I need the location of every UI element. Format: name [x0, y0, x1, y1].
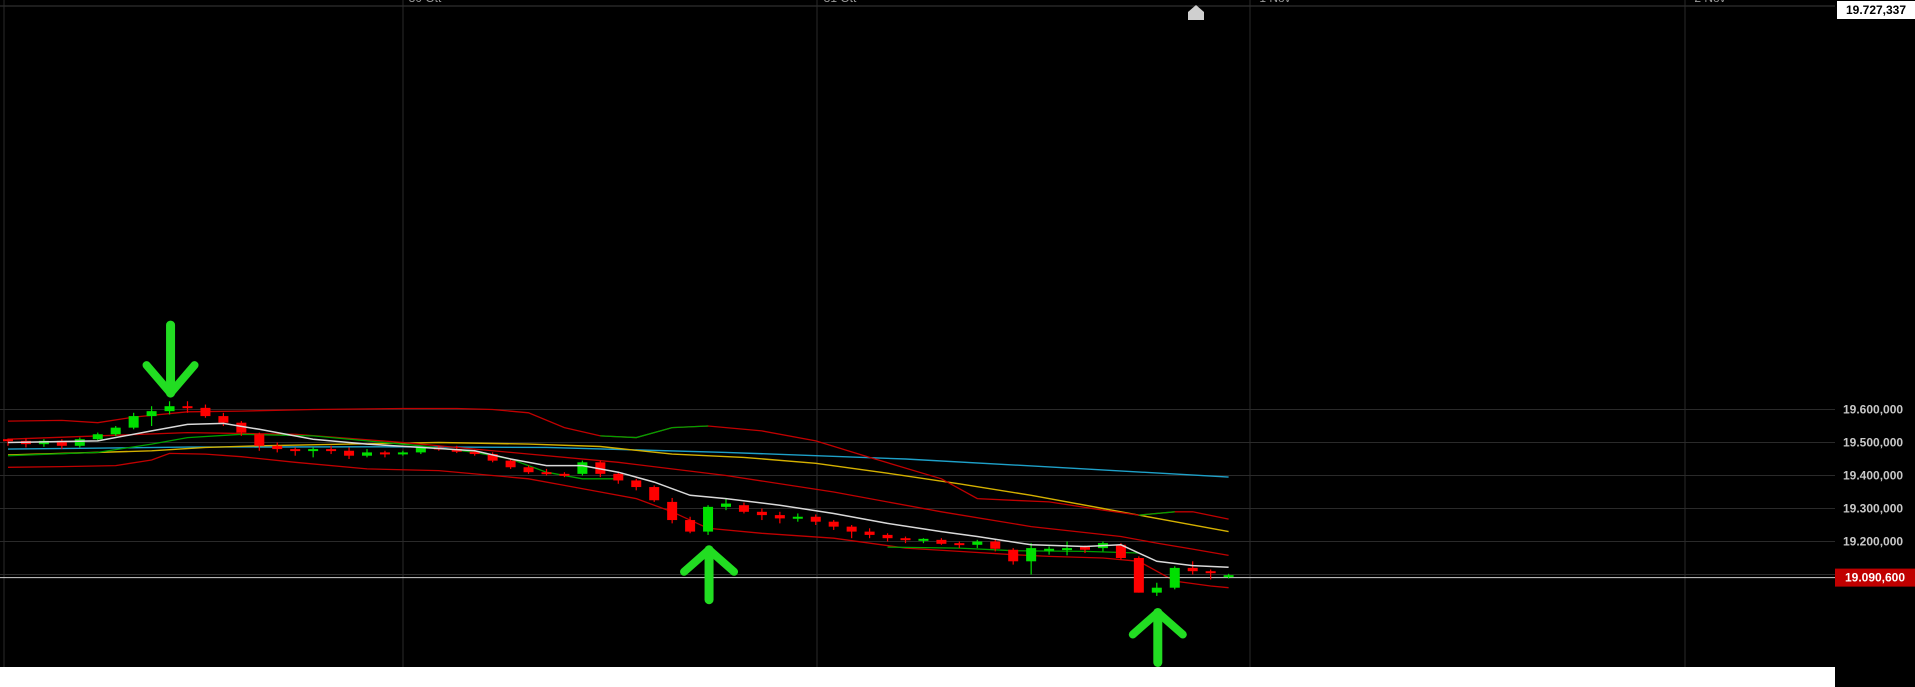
- candle-bull[interactable]: [308, 449, 319, 452]
- y-axis-tick-label: 19.300,000: [1843, 502, 1903, 516]
- candle-bear[interactable]: [326, 449, 337, 452]
- candle-bear[interactable]: [272, 445, 283, 450]
- candle-bear[interactable]: [846, 526, 857, 532]
- candle-bear[interactable]: [200, 407, 211, 417]
- y-axis-tick-label: 19.500,000: [1843, 436, 1903, 450]
- candle-bear[interactable]: [1205, 571, 1216, 574]
- candle-bear[interactable]: [828, 521, 839, 527]
- candle-bull[interactable]: [74, 439, 85, 446]
- chart-canvas[interactable]: 30 Ott31 Ott1 Nov2 Nov19.100,00019.200,0…: [0, 0, 1915, 687]
- candle-bull[interactable]: [146, 411, 157, 417]
- candle-bear[interactable]: [810, 516, 821, 522]
- candle-bull[interactable]: [110, 427, 121, 435]
- candle-bear[interactable]: [900, 538, 911, 541]
- candle-bear[interactable]: [864, 531, 875, 535]
- candle-bear[interactable]: [559, 473, 570, 476]
- candle-bear[interactable]: [774, 515, 785, 519]
- candle-bear[interactable]: [990, 541, 1001, 549]
- candle-bear[interactable]: [631, 480, 642, 488]
- candle-bear[interactable]: [936, 539, 947, 544]
- candle-bull[interactable]: [92, 434, 103, 440]
- candle-bear[interactable]: [344, 450, 355, 456]
- candle-bear[interactable]: [685, 520, 696, 532]
- candle-bull[interactable]: [703, 506, 714, 532]
- x-axis-date-label: 30 Ott: [409, 0, 442, 5]
- candle-bear[interactable]: [882, 534, 893, 539]
- candle-bear[interactable]: [182, 406, 193, 409]
- candle-bear[interactable]: [505, 460, 516, 468]
- candle-bear[interactable]: [756, 511, 767, 516]
- candle-bear[interactable]: [1187, 567, 1198, 572]
- candle-bear[interactable]: [954, 543, 965, 546]
- y-axis-tick-label: 19.200,000: [1843, 535, 1903, 549]
- candle-bull[interactable]: [1044, 548, 1055, 551]
- y-axis-tick-label: 19.600,000: [1843, 403, 1903, 417]
- candle-bull[interactable]: [397, 452, 408, 455]
- candle-bear[interactable]: [290, 449, 301, 452]
- candle-bear[interactable]: [218, 416, 229, 423]
- candle-bull[interactable]: [1223, 575, 1234, 578]
- candle-bull[interactable]: [1062, 548, 1073, 551]
- candle-bear[interactable]: [613, 473, 624, 481]
- x-axis-date-label: 2 Nov: [1694, 0, 1725, 5]
- current-price-label: 19.090,600: [1845, 571, 1905, 585]
- x-axis-date-label: 31 Ott: [824, 0, 857, 5]
- x-axis-date-label: 1 Nov: [1259, 0, 1290, 5]
- candle-bull[interactable]: [1169, 567, 1180, 588]
- candle-bear[interactable]: [738, 505, 749, 512]
- candle-bear[interactable]: [3, 439, 13, 442]
- price-chart[interactable]: 30 Ott31 Ott1 Nov2 Nov19.100,00019.200,0…: [0, 0, 1915, 687]
- candle-bear[interactable]: [667, 501, 678, 521]
- plot-area[interactable]: [0, 0, 1835, 667]
- candle-bull[interactable]: [792, 516, 803, 519]
- candle-bear[interactable]: [541, 472, 552, 475]
- candle-bear[interactable]: [523, 467, 534, 473]
- y-axis-tick-label: 19.400,000: [1843, 469, 1903, 483]
- candle-bear[interactable]: [254, 434, 265, 446]
- candle-bear[interactable]: [379, 452, 390, 455]
- candle-bull[interactable]: [577, 462, 588, 474]
- candle-bear[interactable]: [649, 487, 660, 501]
- candle-bull[interactable]: [721, 503, 731, 507]
- candle-bull[interactable]: [164, 406, 175, 412]
- candle-bull[interactable]: [128, 416, 139, 428]
- candle-bull[interactable]: [362, 452, 372, 456]
- candle-bull[interactable]: [972, 541, 983, 545]
- candle-bear[interactable]: [1008, 549, 1019, 562]
- candle-bull[interactable]: [918, 538, 929, 541]
- candle-bull[interactable]: [1026, 548, 1037, 562]
- candle-bull[interactable]: [1151, 587, 1162, 593]
- candle-bear[interactable]: [1133, 558, 1144, 593]
- top-price-label: 19.727,337: [1846, 3, 1906, 17]
